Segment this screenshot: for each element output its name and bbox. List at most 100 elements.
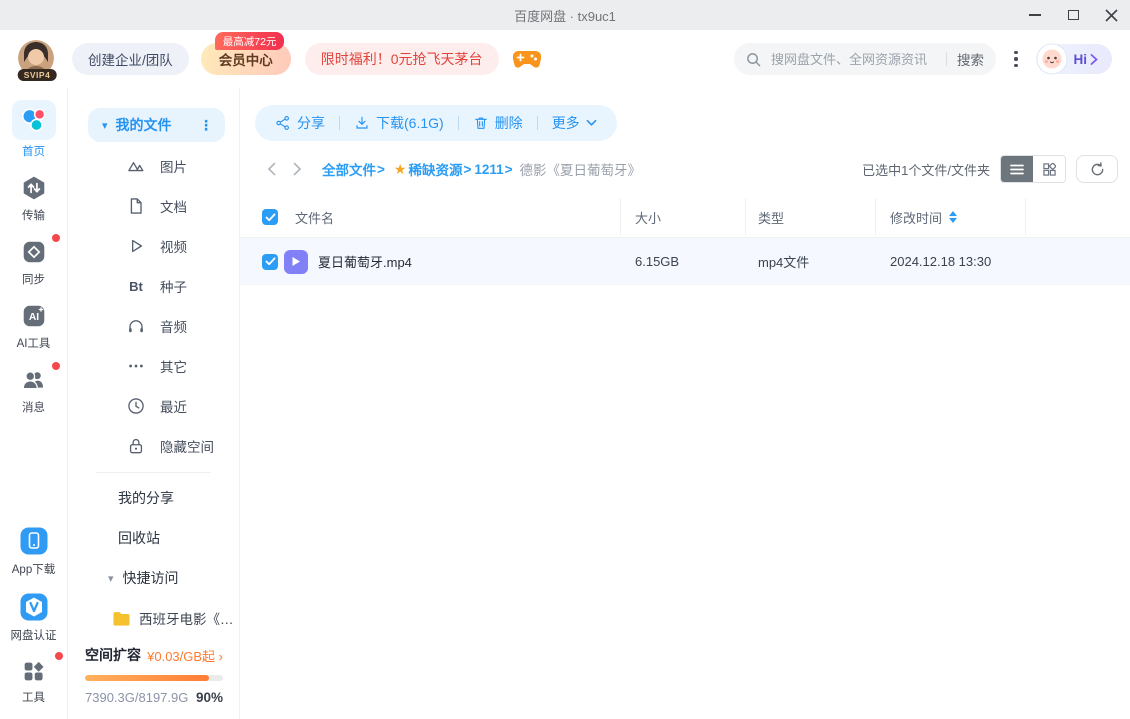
category-label: 文档 <box>160 200 187 215</box>
folder-icon <box>113 611 130 626</box>
list-view-button[interactable] <box>1001 156 1033 182</box>
app-download-icon <box>20 527 47 555</box>
create-team-button[interactable]: 创建企业/团队 <box>72 43 189 75</box>
storage-title: 空间扩容 <box>85 647 141 663</box>
select-all-checkbox[interactable] <box>262 196 278 238</box>
breadcrumb: 全部文件 > ★ 稀缺资源 > 1211 > 德影《夏日葡萄牙》 <box>322 159 641 179</box>
search-button[interactable]: 搜索 <box>957 49 984 69</box>
selection-status: 已选中1个文件/文件夹 <box>862 162 990 178</box>
breadcrumb-all-files[interactable]: 全部文件 <box>322 159 376 179</box>
sidebar-item-hidden-space[interactable]: 隐藏空间 <box>68 426 239 466</box>
category-label: 视频 <box>160 240 187 255</box>
search-input[interactable] <box>769 50 936 68</box>
rail-item-tools[interactable]: 工具 <box>12 652 63 705</box>
rail-item-home[interactable]: 首页 <box>11 100 56 159</box>
sidebar-item-recent[interactable]: 最近 <box>68 386 239 426</box>
rail-item-ai-tools[interactable]: AI AI工具 <box>12 300 56 351</box>
forward-button[interactable] <box>286 158 308 180</box>
search-icon <box>747 52 761 66</box>
refresh-button[interactable] <box>1076 155 1118 183</box>
promo-banner[interactable]: 限时福利！0元抢飞天茅台 <box>304 43 499 75</box>
vip-center-button[interactable]: 会员中心 最高减72元 <box>200 32 291 75</box>
check-icon <box>265 257 275 266</box>
rail-item-app-download[interactable]: App下载 <box>12 524 56 577</box>
search-bar: 搜索 <box>734 43 996 75</box>
download-button[interactable]: 下载(6.1G) <box>354 113 444 133</box>
breadcrumb-separator: > <box>377 161 385 177</box>
sidebar-item-other[interactable]: 其它 <box>68 346 239 386</box>
breadcrumb-row: 全部文件 > ★ 稀缺资源 > 1211 > 德影《夏日葡萄牙》 已选中1个文件… <box>260 154 1118 184</box>
window-title: 百度网盘 · tx9uc1 <box>514 8 616 24</box>
titlebar: 百度网盘 · tx9uc1 <box>0 0 1130 30</box>
sidebar-item-videos[interactable]: 视频 <box>68 226 239 266</box>
column-header-type[interactable]: 类型 <box>758 196 784 238</box>
pictures-icon <box>128 162 144 172</box>
modified-label: 修改时间 <box>890 210 943 226</box>
view-toggle <box>1000 155 1066 183</box>
star-icon: ★ <box>393 160 407 177</box>
storage-upgrade-link[interactable]: ¥0.03/GB起 › <box>147 646 223 665</box>
back-button[interactable] <box>260 158 282 180</box>
sidebar-item-audio[interactable]: 音频 <box>68 306 239 346</box>
app-window: 百度网盘 · tx9uc1 SVIP4 创建企业/团队 会员中心 最高减72元 … <box>0 0 1130 719</box>
share-button[interactable]: 分享 <box>275 113 325 133</box>
gamepad-icon[interactable] <box>512 48 541 70</box>
sidebar-divider <box>96 472 211 473</box>
breadcrumb-rare-resources[interactable]: 稀缺资源 <box>408 159 462 179</box>
ai-icon-text: AI <box>28 312 38 323</box>
toolbar-divider <box>339 116 340 130</box>
more-menu-button[interactable] <box>1010 47 1022 72</box>
list-view-icon <box>1010 164 1024 174</box>
notification-dot <box>51 362 60 370</box>
column-header-name[interactable]: 文件名 <box>295 196 334 238</box>
user-avatar[interactable]: SVIP4 <box>17 40 57 81</box>
bt-icon: Bt <box>129 278 143 294</box>
sidebar-item-pictures[interactable]: 图片 <box>68 146 239 186</box>
breadcrumb-1211[interactable]: 1211 <box>474 162 503 177</box>
clock-icon <box>128 398 144 414</box>
download-label: 下载(6.1G) <box>376 115 444 131</box>
sidebar-section-quick-access[interactable]: ▾ 快捷访问 <box>68 558 239 598</box>
file-size: 6.15GB <box>635 254 680 269</box>
sidebar-item-recycle-bin[interactable]: 回收站 <box>68 518 239 558</box>
delete-button[interactable]: 删除 <box>473 113 523 133</box>
list-controls: 已选中1个文件/文件夹 <box>862 155 1118 183</box>
table-row[interactable]: 夏日葡萄牙.mp4 6.15GB mp4文件 2024.12.18 13:30 <box>240 238 1130 285</box>
caret-down-icon: ▾ <box>108 572 114 585</box>
rail-label: App下载 <box>11 564 56 576</box>
sidebar-item-my-shares[interactable]: 我的分享 <box>68 478 239 518</box>
notification-dot <box>51 234 60 242</box>
sidebar-item-documents[interactable]: 文档 <box>68 186 239 226</box>
category-label: 图片 <box>160 160 187 175</box>
file-name[interactable]: 夏日葡萄牙.mp4 <box>318 238 412 285</box>
breadcrumb-separator: > <box>504 161 513 177</box>
sort-icon[interactable] <box>949 211 958 223</box>
vip-center-label: 会员中心 <box>218 53 273 68</box>
assistant-button[interactable]: Hi <box>1035 43 1112 75</box>
check-icon <box>265 212 275 221</box>
my-files-menu-icon[interactable]: ⋮ <box>199 117 213 134</box>
storage-percent: 90% <box>195 690 223 705</box>
file-modified: 2024.12.18 13:30 <box>890 254 992 269</box>
row-checkbox[interactable] <box>262 238 278 285</box>
assistant-avatar-icon <box>1036 43 1067 75</box>
sidebar-item-torrents[interactable]: Bt 种子 <box>68 266 239 306</box>
quick-access-folder[interactable]: 西班牙电影《… <box>68 598 239 638</box>
column-header-modified[interactable]: 修改时间 <box>890 196 958 238</box>
storage-panel: 空间扩容 ¥0.03/GB起 › 7390.3G/8197.9G 90% <box>68 635 239 719</box>
folder-name: 西班牙电影《… <box>139 612 234 627</box>
rail-item-transfer[interactable]: 传输 <box>12 172 56 223</box>
rail-item-sync[interactable]: 同步 <box>12 234 60 287</box>
column-header-size[interactable]: 大小 <box>635 196 661 238</box>
header: SVIP4 创建企业/团队 会员中心 最高减72元 限时福利！0元抢飞天茅台 搜… <box>0 30 1130 88</box>
quick-access-label: 快捷访问 <box>122 570 179 586</box>
transfer-icon <box>23 176 44 200</box>
body: 首页 传输 同步 AI AI工具 消息 App下载 网盘认证 工具 ▾ 我的文件… <box>0 88 1130 719</box>
chevron-down-icon <box>586 119 597 126</box>
rail-item-messages[interactable]: 消息 <box>12 362 60 415</box>
grid-view-button[interactable] <box>1033 156 1065 182</box>
sidebar-item-my-files[interactable]: ▾ 我的文件 ⋮ <box>88 108 225 142</box>
rail-item-certification[interactable]: 网盘认证 <box>11 590 57 643</box>
more-button[interactable]: 更多 <box>552 113 597 133</box>
tools-icon <box>24 661 44 680</box>
